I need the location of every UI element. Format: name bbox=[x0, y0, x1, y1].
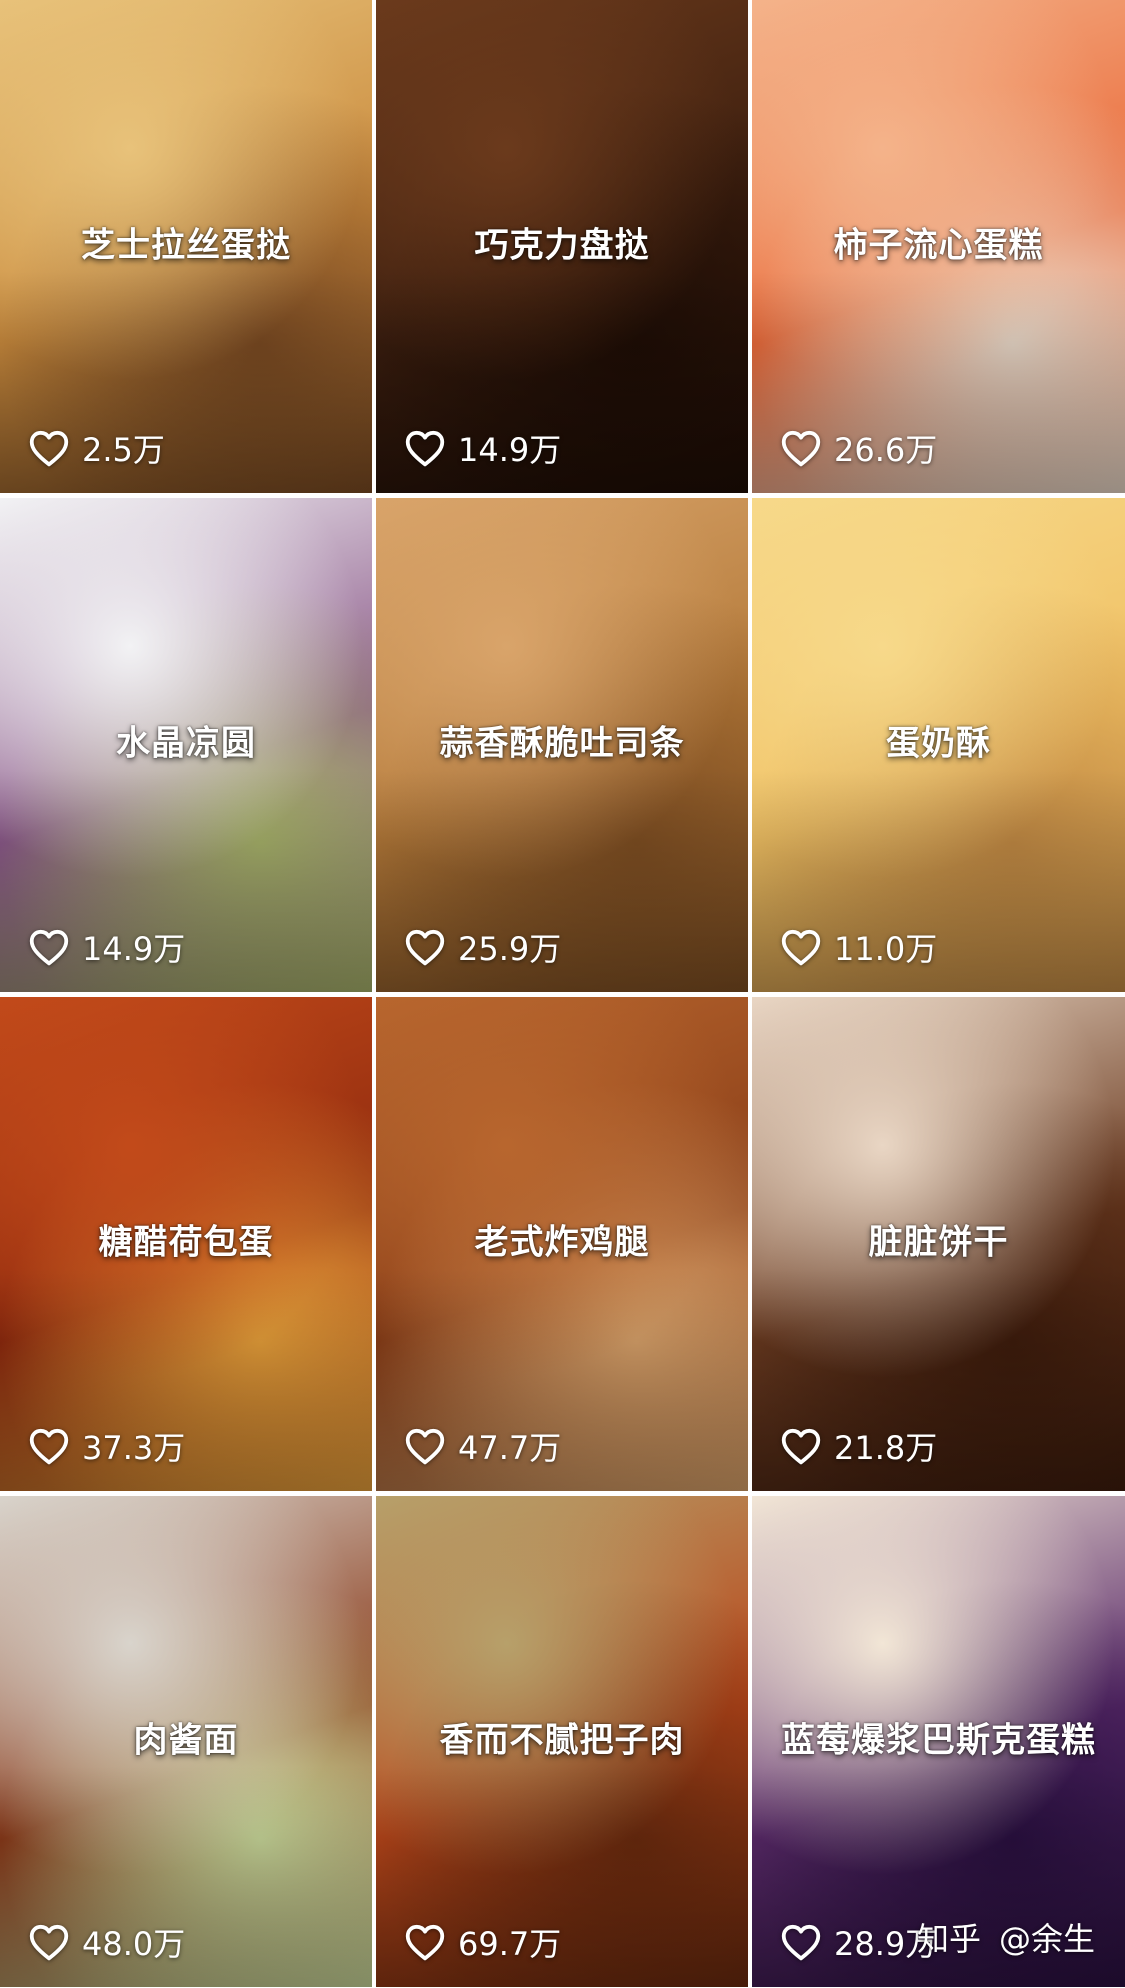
card-title: 肉酱面 bbox=[133, 1720, 239, 1761]
heart-outline-icon[interactable] bbox=[28, 1427, 70, 1465]
like-counter[interactable]: 25.9万 bbox=[404, 924, 561, 970]
feed-card[interactable]: 水晶凉圆 14.9万 bbox=[0, 498, 372, 992]
card-title: 蒜香酥脆吐司条 bbox=[439, 723, 685, 764]
card-title: 巧克力盘挞 bbox=[474, 225, 650, 266]
card-title: 糖醋荷包蛋 bbox=[98, 1222, 274, 1263]
watermark-brand: 知乎 bbox=[916, 1920, 981, 1958]
heart-outline-icon[interactable] bbox=[780, 928, 822, 966]
heart-outline-icon[interactable] bbox=[28, 1923, 70, 1961]
like-counter[interactable]: 69.7万 bbox=[404, 1919, 561, 1965]
like-counter[interactable]: 48.0万 bbox=[28, 1919, 185, 1965]
heart-outline-icon[interactable] bbox=[404, 429, 446, 467]
feed-card[interactable]: 巧克力盘挞 14.9万 bbox=[376, 0, 748, 493]
feed-card[interactable]: 香而不腻把子肉 69.7万 bbox=[376, 1496, 748, 1987]
like-counter[interactable]: 14.9万 bbox=[404, 425, 561, 471]
like-count: 14.9万 bbox=[82, 930, 186, 968]
like-counter[interactable]: 28.9万 bbox=[780, 1919, 937, 1965]
feed-card[interactable]: 脏脏饼干 21.8万 bbox=[752, 997, 1125, 1491]
card-title: 芝士拉丝蛋挞 bbox=[81, 225, 291, 266]
heart-outline-icon[interactable] bbox=[404, 928, 446, 966]
feed-card[interactable]: 老式炸鸡腿 47.7万 bbox=[376, 997, 748, 1491]
like-counter[interactable]: 2.5万 bbox=[28, 425, 165, 471]
like-count: 48.0万 bbox=[82, 1925, 186, 1963]
like-count: 21.8万 bbox=[834, 1429, 938, 1467]
heart-outline-icon[interactable] bbox=[780, 1923, 822, 1961]
like-counter[interactable]: 47.7万 bbox=[404, 1423, 561, 1469]
feed-card[interactable]: 肉酱面 48.0万 bbox=[0, 1496, 372, 1987]
like-count: 25.9万 bbox=[458, 930, 562, 968]
like-counter[interactable]: 26.6万 bbox=[780, 425, 937, 471]
feed-card[interactable]: 糖醋荷包蛋 37.3万 bbox=[0, 997, 372, 1491]
zhihu-watermark: 知乎 @余生 bbox=[917, 1914, 1095, 1960]
heart-outline-icon[interactable] bbox=[28, 928, 70, 966]
heart-outline-icon[interactable] bbox=[28, 429, 70, 467]
watermark-author: @余生 bbox=[998, 1920, 1095, 1958]
like-counter[interactable]: 37.3万 bbox=[28, 1423, 185, 1469]
like-count: 37.3万 bbox=[82, 1429, 186, 1467]
heart-outline-icon[interactable] bbox=[404, 1923, 446, 1961]
feed-card[interactable]: 蒜香酥脆吐司条 25.9万 bbox=[376, 498, 748, 992]
card-title: 脏脏饼干 bbox=[868, 1222, 1009, 1263]
like-count: 26.6万 bbox=[834, 431, 938, 469]
heart-outline-icon[interactable] bbox=[780, 429, 822, 467]
like-count: 47.7万 bbox=[458, 1429, 562, 1467]
feed-card[interactable]: 芝士拉丝蛋挞 2.5万 bbox=[0, 0, 372, 493]
card-title: 香而不腻把子肉 bbox=[439, 1720, 685, 1761]
feed-grid: 芝士拉丝蛋挞 2.5万 巧克力盘挞 14.9万 柿子流心蛋糕 26.6万 水晶凉… bbox=[0, 0, 1125, 1988]
card-title: 蛋奶酥 bbox=[886, 723, 991, 764]
heart-outline-icon[interactable] bbox=[404, 1427, 446, 1465]
like-counter[interactable]: 11.0万 bbox=[780, 924, 937, 970]
feed-card[interactable]: 柿子流心蛋糕 26.6万 bbox=[752, 0, 1125, 493]
like-counter[interactable]: 14.9万 bbox=[28, 924, 185, 970]
feed-card[interactable]: 蛋奶酥 11.0万 bbox=[752, 498, 1125, 992]
like-count: 14.9万 bbox=[458, 431, 562, 469]
like-count: 69.7万 bbox=[458, 1925, 562, 1963]
card-title: 水晶凉圆 bbox=[116, 723, 256, 764]
card-title: 蓝莓爆浆巴斯克蛋糕 bbox=[781, 1720, 1096, 1761]
card-title: 老式炸鸡腿 bbox=[474, 1222, 650, 1263]
like-counter[interactable]: 21.8万 bbox=[780, 1423, 937, 1469]
like-count: 2.5万 bbox=[82, 431, 165, 469]
heart-outline-icon[interactable] bbox=[780, 1427, 822, 1465]
card-title: 柿子流心蛋糕 bbox=[833, 225, 1044, 266]
like-count: 11.0万 bbox=[834, 930, 938, 968]
